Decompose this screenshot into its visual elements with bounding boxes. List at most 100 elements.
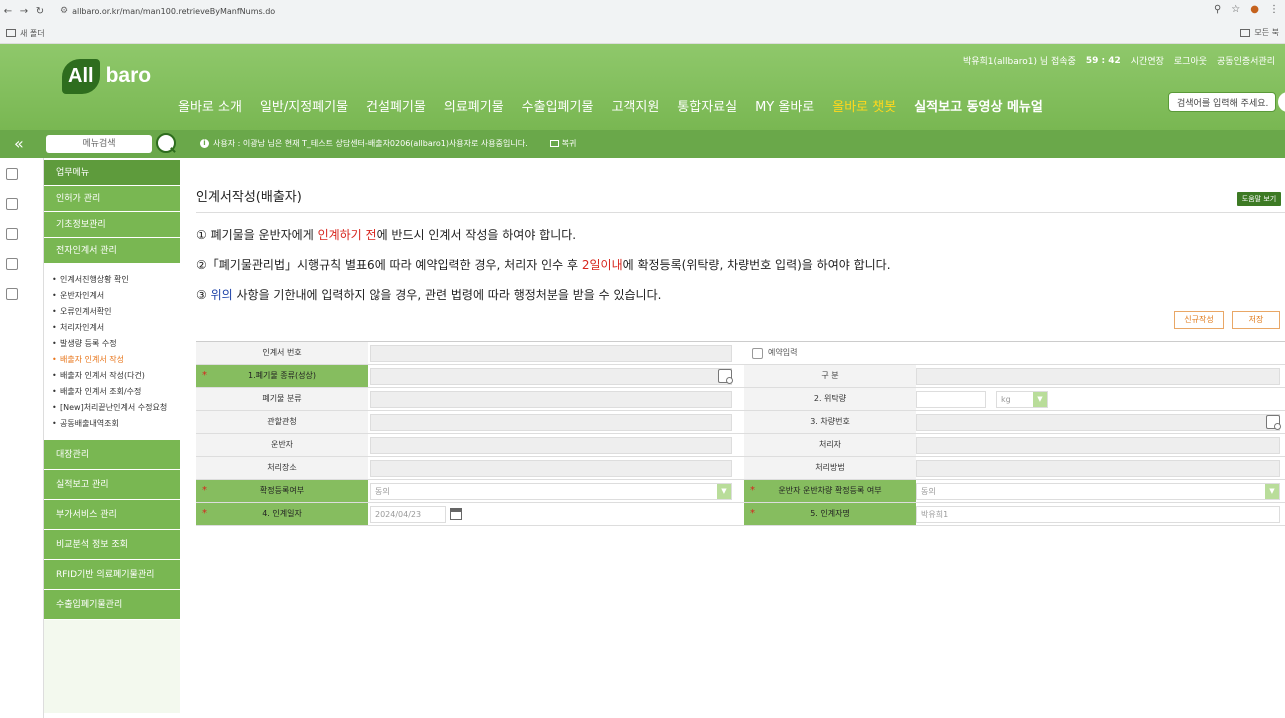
site-label: 처리장소 (196, 457, 368, 479)
nav-my[interactable]: MY 올바로 (755, 96, 814, 115)
submenu-fix-request[interactable]: [New]처리끝난인계서 수정요청 (52, 402, 180, 414)
waste-type-label-text: 1.폐기물 종류(성상) (248, 371, 316, 380)
office-field[interactable] (370, 414, 732, 431)
all-bookmarks[interactable]: 모든 북 (1240, 27, 1279, 38)
menu-addon[interactable]: 부가서비스 관리 (44, 500, 180, 530)
nav-video-manual[interactable]: 실적보고 동영상 메뉴얼 (914, 96, 1043, 115)
collapse-menu-icon[interactable]: « (14, 134, 24, 153)
submenu-generation[interactable]: 발생량 등록 수정 (52, 338, 180, 350)
screen-icon[interactable] (6, 288, 18, 300)
forward-icon[interactable]: → (16, 6, 32, 17)
form-row: * 확정등록여부 동의 ▼ * 운반자 운반차량 확정등록 여부 동의 ▼ (196, 480, 1285, 503)
form-row: * 1.폐기물 종류(성상) 구 분 (196, 365, 1285, 388)
calendar-icon[interactable] (450, 508, 462, 520)
cert-link[interactable]: 공동인증서관리 (1217, 54, 1275, 67)
carrier-field[interactable] (370, 437, 732, 454)
submenu-progress[interactable]: 인계서진행상황 확인 (52, 274, 180, 286)
profile-icon[interactable]: ● (1250, 4, 1259, 15)
sub-bar: « 메뉴검색 i 사용자 : 이광남 님은 현재 T_테스트 상담센터-배출자0… (0, 130, 1285, 158)
nav-import-export-waste[interactable]: 수출입폐기물 (522, 96, 594, 115)
vehicle-field[interactable] (916, 414, 1280, 431)
search-vehicle-icon[interactable] (1266, 415, 1281, 430)
menu-search-input[interactable]: 메뉴검색 (46, 135, 152, 153)
submenu-discharger-write[interactable]: 배출자 인계서 작성 (52, 354, 180, 366)
menu-compare[interactable]: 비교분석 정보 조회 (44, 530, 180, 560)
date-input[interactable]: 2024/04/23 (370, 506, 446, 523)
site-field[interactable] (370, 460, 732, 477)
search-waste-icon[interactable] (718, 369, 733, 384)
nav-general-waste[interactable]: 일반/지정폐기물 (260, 96, 348, 115)
form-row: 폐기물 분류 2. 위탁량 kg ▼ (196, 388, 1285, 411)
unit-select[interactable]: kg ▼ (996, 391, 1048, 408)
search-icon[interactable] (1278, 92, 1285, 112)
url-bar[interactable]: ⚙ allbaro.or.kr/man/man100.retrieveByMan… (58, 3, 1228, 19)
carrier-confirm-select[interactable]: 동의 ▼ (916, 483, 1280, 500)
site-search-input[interactable]: 검색어를 입력해 주세요. (1168, 92, 1276, 112)
submenu-joint[interactable]: 공동배출내역조회 (52, 418, 180, 430)
e-manifest-submenu: 인계서진행상황 확인 운반자인계서 오류인계서확인 처리자인계서 발생량 등록 … (44, 264, 180, 440)
recover-button[interactable]: 복귀 (549, 138, 576, 149)
processor-field[interactable] (916, 437, 1280, 454)
manifest-no-field[interactable] (370, 345, 732, 362)
signer-input[interactable]: 박유희1 (916, 506, 1280, 523)
site-info-icon[interactable]: ⚙ (60, 6, 68, 16)
manifest-no-label: 인계서 번호 (196, 342, 368, 364)
nav-medical-waste[interactable]: 의료폐기물 (444, 96, 504, 115)
nav-construction-waste[interactable]: 건설폐기물 (366, 96, 426, 115)
extend-session-link[interactable]: 시간연장 (1131, 54, 1164, 67)
bookmark-folder[interactable]: 새 폴더 (20, 28, 45, 39)
menu-icon[interactable]: ⋮ (1269, 4, 1279, 15)
waste-type-field[interactable] (370, 368, 732, 385)
browser-actions: ⚲ ☆ ● ⋮ (1214, 4, 1279, 15)
user-icon[interactable] (6, 168, 18, 180)
reserve-checkbox[interactable] (752, 348, 763, 359)
form-row: 처리장소 처리방법 (196, 457, 1285, 480)
new-button[interactable]: 신규작성 (1174, 311, 1224, 329)
monitor-icon[interactable] (6, 198, 18, 210)
page-title: 인계서작성(배출자) (196, 190, 302, 205)
submenu-error[interactable]: 오류인계서확인 (52, 306, 180, 318)
folder-icon (6, 29, 16, 37)
submenu-processor[interactable]: 처리자인계서 (52, 322, 180, 334)
logout-link[interactable]: 로그아웃 (1174, 54, 1207, 67)
waste-class-field[interactable] (370, 391, 732, 408)
back-icon[interactable]: ← (0, 6, 16, 17)
menu-basic-info[interactable]: 기초정보관리 (44, 212, 180, 238)
menu-rfid[interactable]: RFID기반 의료폐기물관리 (44, 560, 180, 590)
help-button[interactable]: 도움말 보기 (1237, 192, 1281, 206)
method-field[interactable] (916, 460, 1280, 477)
nav-support[interactable]: 고객지원 (611, 96, 659, 115)
menu-ledger[interactable]: 대장관리 (44, 440, 180, 470)
document-icon[interactable] (6, 228, 18, 240)
nav-chatbot[interactable]: 올바로 챗봇 (832, 96, 896, 115)
save-button[interactable]: 저장 (1232, 311, 1280, 329)
user-status: 박유희1(allbaro1) 님 접속중 (962, 57, 1076, 67)
menu-license[interactable]: 인허가 관리 (44, 186, 180, 212)
instruction-2-highlight: 2일이내 (581, 258, 623, 272)
submenu-carrier[interactable]: 운반자인계서 (52, 290, 180, 302)
star-icon[interactable]: ☆ (1231, 4, 1240, 15)
session-timer: 59 : 42 (1085, 55, 1121, 66)
instruction-2-text-end: 에 확정등록(위탁량, 차량번호 입력)을 하여야 합니다. (622, 258, 891, 272)
confirm-select[interactable]: 동의 ▼ (370, 483, 732, 500)
instruction-3-text-end: 사항을 기한내에 입력하지 않을 경우, 관련 법령에 따라 행정처분을 받을 … (232, 288, 662, 302)
nav-intro[interactable]: 올바로 소개 (178, 96, 242, 115)
logo-all: All (62, 58, 100, 94)
nav-library[interactable]: 통합자료실 (677, 96, 737, 115)
reload-icon[interactable]: ↻ (32, 6, 48, 17)
carrier-confirm-label: * 운반자 운반차량 확정등록 여부 (744, 480, 916, 502)
bookmark-icon[interactable] (6, 258, 18, 270)
date-label-text: 4. 인계일자 (262, 509, 302, 518)
menu-report[interactable]: 실적보고 관리 (44, 470, 180, 500)
menu-search-icon[interactable] (156, 133, 176, 153)
zoom-icon[interactable]: ⚲ (1214, 4, 1221, 15)
menu-import-export[interactable]: 수출입폐기물관리 (44, 590, 180, 620)
logo[interactable]: All baro (62, 56, 162, 96)
menu-e-manifest[interactable]: 전자인계서 관리 (44, 238, 180, 264)
submenu-discharger-multi[interactable]: 배출자 인계서 작성(다건) (52, 370, 180, 382)
amount-input[interactable] (916, 391, 986, 408)
instruction-2: ②「폐기물관리법」시행규칙 별표6에 따라 예약입력한 경우, 처리자 인수 후… (196, 256, 891, 273)
division-field[interactable] (916, 368, 1280, 385)
chevron-down-icon: ▼ (717, 484, 731, 499)
submenu-discharger-query[interactable]: 배출자 인계서 조회/수정 (52, 386, 180, 398)
